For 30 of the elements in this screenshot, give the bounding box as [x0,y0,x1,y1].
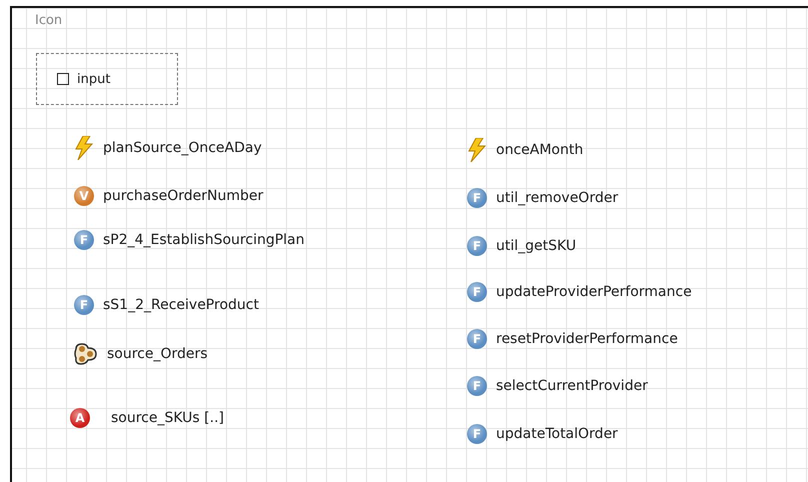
element-label[interactable]: sP2_4_EstablishSourcingPlan [103,232,304,248]
element-label[interactable]: util_getSKU [496,238,576,254]
input-checkbox[interactable] [57,73,69,85]
element-label[interactable]: source_Orders [107,346,208,362]
lightning-icon [467,138,487,162]
function-icon: F [467,188,487,208]
element-label[interactable]: onceAMonth [496,142,584,158]
function-icon: F [467,376,487,396]
function-icon: F [74,230,94,250]
function-icon: F [467,329,487,349]
function-icon: F [467,424,487,444]
element-label[interactable]: sS1_2_ReceiveProduct [103,297,259,313]
collection-icon [74,343,98,365]
element-label[interactable]: planSource_OnceADay [103,140,262,156]
lightning-icon [74,136,94,160]
function-icon: F [74,295,94,315]
agent-icon: A [70,408,90,428]
function-icon: F [467,236,487,256]
function-icon: F [467,282,487,302]
element-label[interactable]: selectCurrentProvider [496,378,648,394]
input-label: input [77,72,110,86]
element-label[interactable]: resetProviderPerformance [496,331,678,347]
element-label[interactable]: updateProviderPerformance [496,284,692,300]
element-label[interactable]: purchaseOrderNumber [103,188,264,204]
variable-icon: V [74,186,94,206]
frame-title: Icon [35,13,62,28]
element-label[interactable]: source_SKUs [..] [111,410,224,426]
input-group[interactable]: input [36,53,178,105]
element-label[interactable]: updateTotalOrder [496,426,618,442]
element-label[interactable]: util_removeOrder [496,190,618,206]
